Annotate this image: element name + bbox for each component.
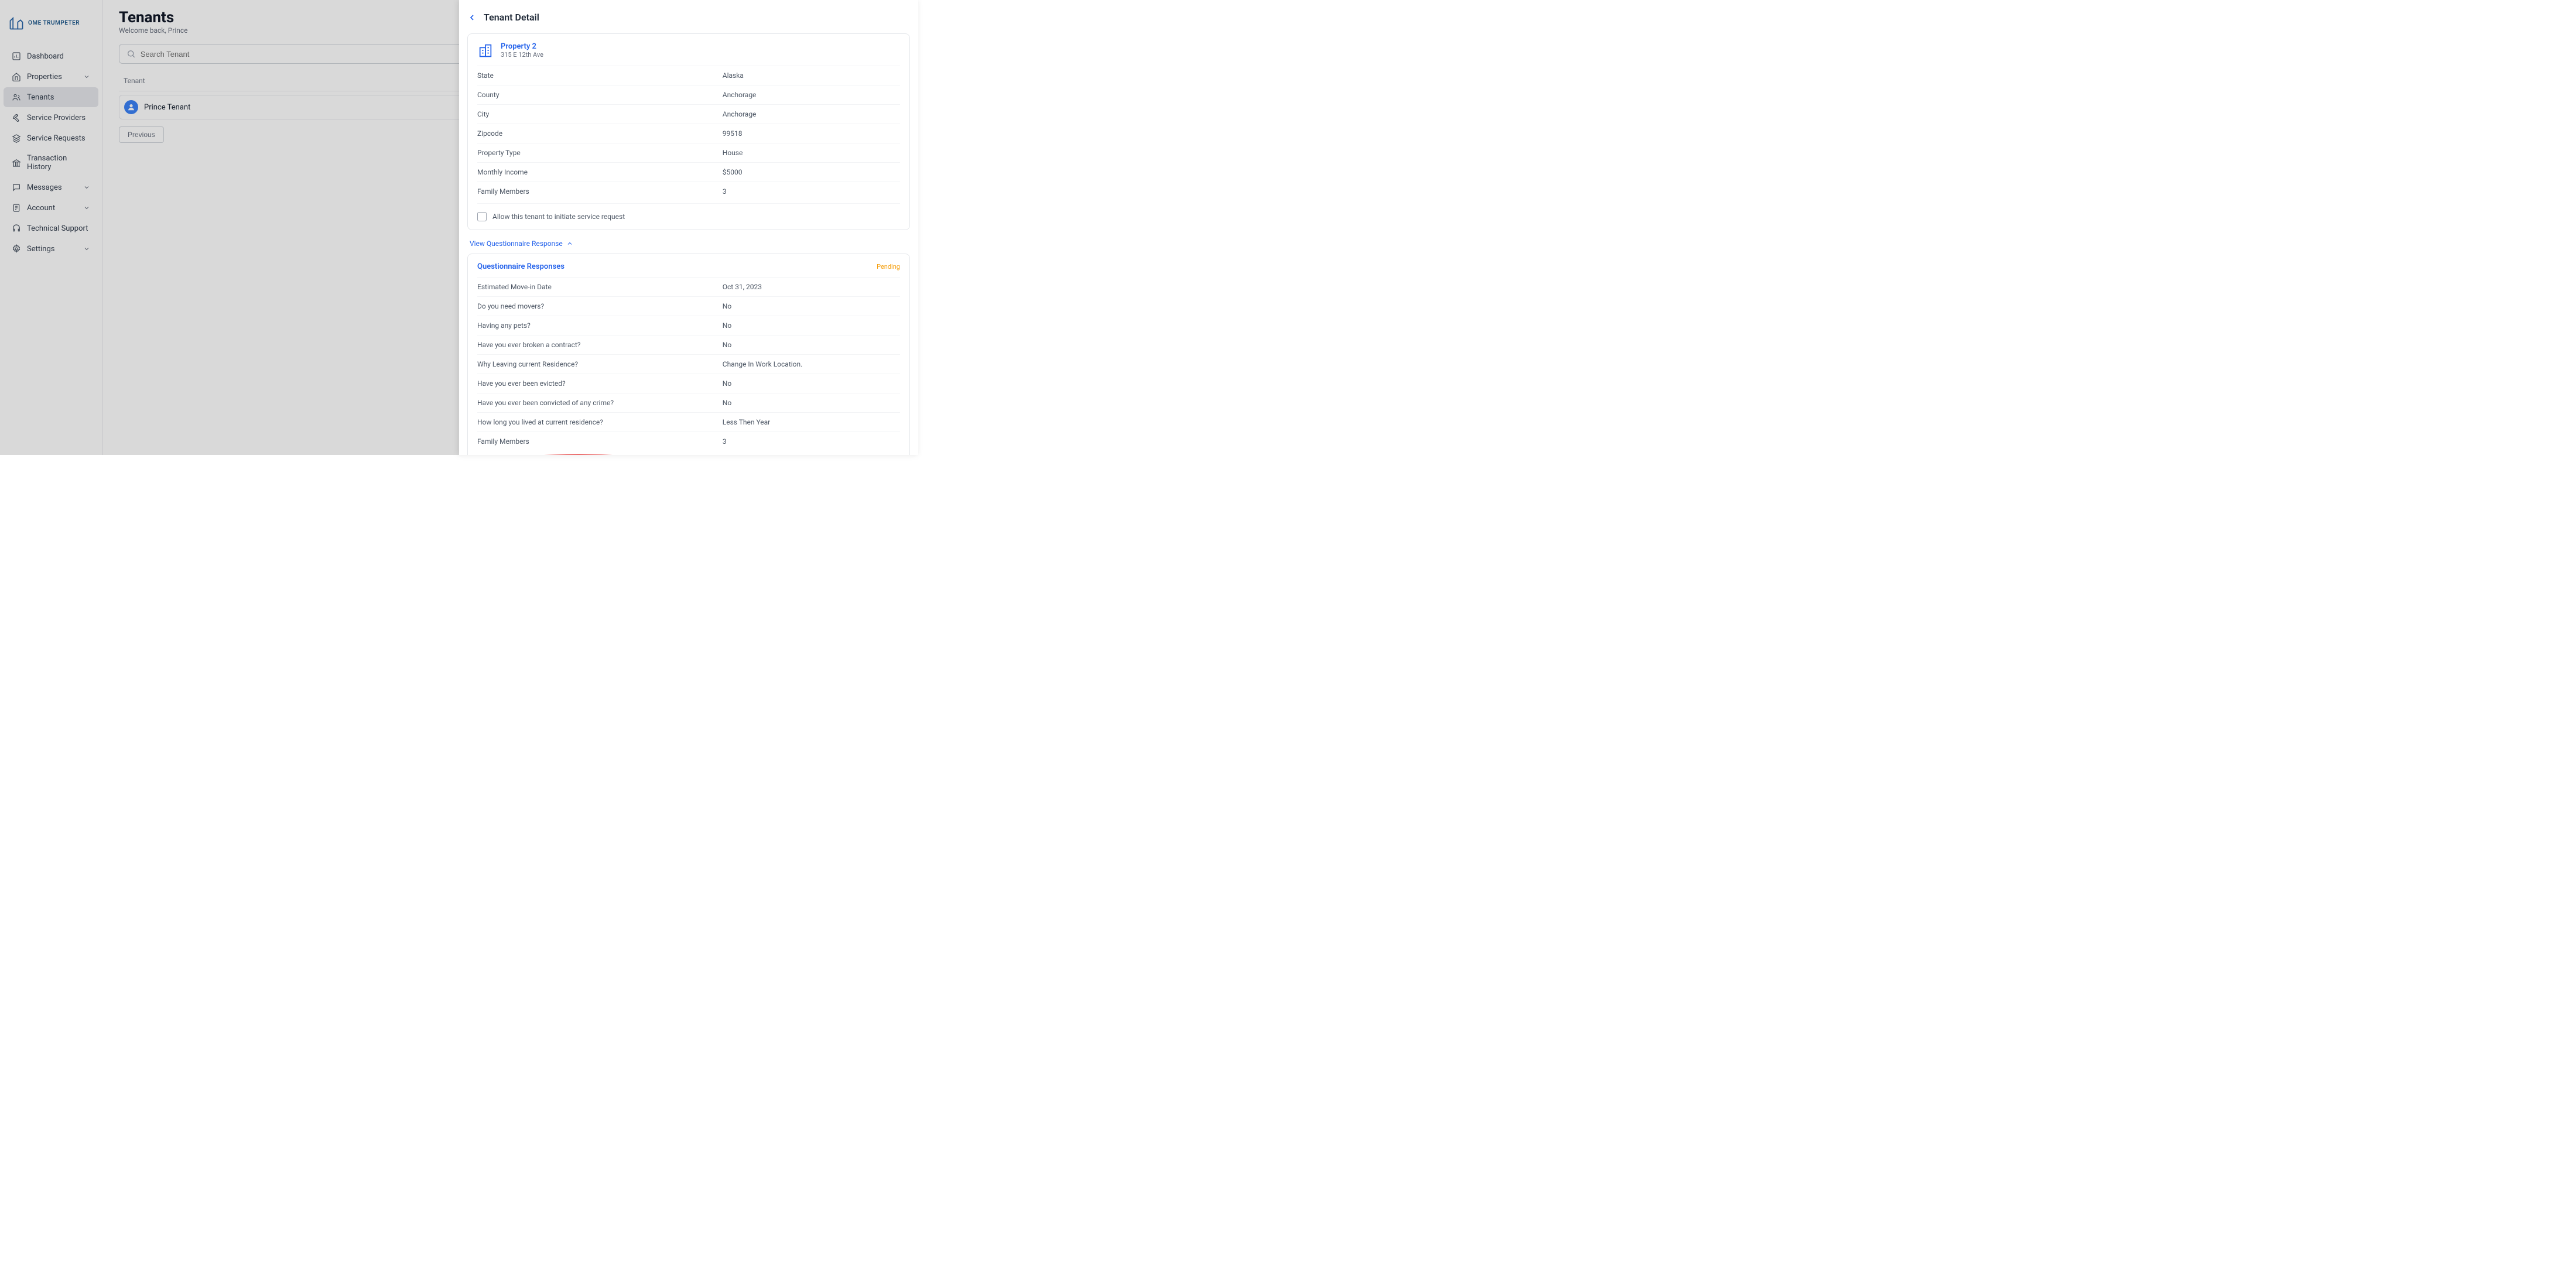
questionnaire-card: Questionnaire Responses Pending Estimate…: [467, 254, 910, 455]
question-value: No: [723, 399, 900, 407]
question-row: Estimated Move-in Date Oct 31, 2023: [477, 277, 900, 296]
view-questionnaire-toggle[interactable]: View Questionnaire Response: [467, 239, 910, 254]
question-value: Oct 31, 2023: [723, 283, 900, 291]
info-value: Anchorage: [723, 110, 900, 118]
question-row: Do you need movers? No: [477, 296, 900, 316]
questionnaire-header: Questionnaire Responses Pending: [477, 262, 900, 271]
info-value: 99518: [723, 129, 900, 138]
allow-service-checkbox[interactable]: [477, 212, 487, 221]
panel-header: Tenant Detail: [467, 9, 910, 33]
info-label: County: [477, 91, 723, 99]
question-value: Change In Work Location.: [723, 360, 900, 368]
allow-service-row: Allow this tenant to initiate service re…: [477, 203, 900, 221]
info-row: Property Type House: [477, 143, 900, 162]
question-label: How long you lived at current residence?: [477, 418, 723, 426]
info-label: Property Type: [477, 149, 723, 157]
building-icon: [477, 42, 494, 59]
info-label: Family Members: [477, 187, 723, 196]
question-value: No: [723, 341, 900, 349]
question-label: Do you need movers?: [477, 302, 723, 310]
question-row: Have you ever been evicted? No: [477, 374, 900, 393]
question-row: Have you ever broken a contract? No: [477, 335, 900, 354]
question-label: Family Members: [477, 437, 723, 446]
info-value: Alaska: [723, 71, 900, 80]
info-value: Anchorage: [723, 91, 900, 99]
info-row: State Alaska: [477, 66, 900, 85]
info-row: Monthly Income $5000: [477, 162, 900, 182]
questionnaire-title: Questionnaire Responses: [477, 262, 565, 271]
question-value: Less Then Year: [723, 418, 900, 426]
info-row: Zipcode 99518: [477, 124, 900, 143]
tenant-detail-panel: Tenant Detail Property 2 315 E 12th Ave …: [459, 0, 918, 455]
question-value: No: [723, 379, 900, 388]
property-card: Property 2 315 E 12th Ave State Alaska C…: [467, 33, 910, 230]
info-label: Zipcode: [477, 129, 723, 138]
question-label: Having any pets?: [477, 321, 723, 330]
question-label: Estimated Move-in Date: [477, 283, 723, 291]
question-label: Why Leaving current Residence?: [477, 360, 723, 368]
question-row: Have you ever been convicted of any crim…: [477, 393, 900, 412]
question-row: How long you lived at current residence?…: [477, 412, 900, 432]
back-icon[interactable]: [467, 13, 477, 22]
info-row: Family Members 3: [477, 182, 900, 201]
info-value: 3: [723, 187, 900, 196]
annotation-circle: [461, 453, 696, 455]
info-label: Monthly Income: [477, 168, 723, 176]
info-label: City: [477, 110, 723, 118]
question-row: Why Leaving current Residence? Change In…: [477, 354, 900, 374]
questionnaire-status: Pending: [877, 263, 900, 271]
question-label: Have you ever been evicted?: [477, 379, 723, 388]
panel-title: Tenant Detail: [484, 12, 539, 23]
info-label: State: [477, 71, 723, 80]
info-value: $5000: [723, 168, 900, 176]
property-address: 315 E 12th Ave: [501, 51, 543, 59]
property-header: Property 2 315 E 12th Ave: [477, 42, 900, 59]
allow-service-label: Allow this tenant to initiate service re…: [492, 213, 625, 221]
question-value: No: [723, 321, 900, 330]
info-row: County Anchorage: [477, 85, 900, 104]
question-value: No: [723, 302, 900, 310]
question-row: Having any pets? No: [477, 316, 900, 335]
chevron-up-icon: [566, 240, 573, 247]
question-value: 3: [723, 437, 900, 446]
question-label: Have you ever been convicted of any crim…: [477, 399, 723, 407]
question-row: Family Members 3: [477, 432, 900, 451]
question-label: Have you ever broken a contract?: [477, 341, 723, 349]
property-name: Property 2: [501, 42, 543, 51]
info-row: City Anchorage: [477, 104, 900, 124]
info-value: House: [723, 149, 900, 157]
